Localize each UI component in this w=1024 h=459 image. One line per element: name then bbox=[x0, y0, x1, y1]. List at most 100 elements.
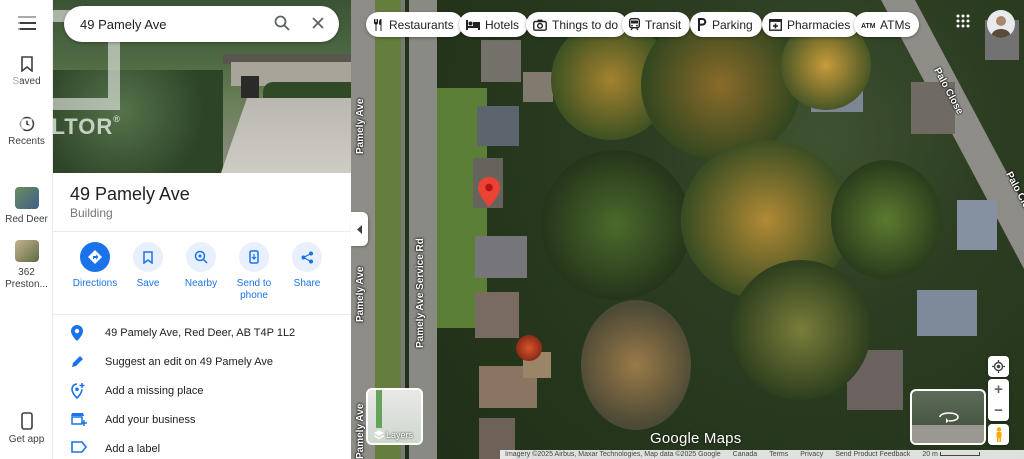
add-location-icon bbox=[71, 383, 85, 399]
action-label: Nearby bbox=[184, 278, 218, 289]
location-marker-icon[interactable] bbox=[478, 177, 500, 207]
collapse-panel-button[interactable] bbox=[351, 212, 368, 246]
feedback-link[interactable]: Send Product Feedback bbox=[835, 451, 910, 458]
tree-canopy-red bbox=[516, 335, 542, 361]
scale-label: 20 m bbox=[922, 451, 938, 458]
avatar-person-icon bbox=[991, 16, 1011, 38]
train-icon bbox=[629, 18, 640, 31]
chip-things-to-do[interactable]: Things to do bbox=[526, 12, 628, 37]
add-missing-place-text: Add a missing place bbox=[105, 385, 204, 397]
chip-restaurants[interactable]: Restaurants bbox=[366, 12, 463, 37]
close-icon[interactable] bbox=[310, 15, 326, 31]
google-apps-icon[interactable] bbox=[956, 14, 970, 28]
house-roof bbox=[475, 236, 527, 278]
chip-label: Transit bbox=[645, 17, 682, 32]
recent-item-red-deer[interactable]: Red Deer bbox=[0, 187, 53, 225]
zoom-controls: + − bbox=[988, 379, 1009, 421]
photo-garage bbox=[241, 76, 259, 98]
map-footer: Imagery ©2025 Airbus, Maxar Technologies… bbox=[500, 450, 1024, 459]
suggest-edit-row[interactable]: Suggest an edit on 49 Pamely Ave bbox=[53, 348, 351, 377]
pegman-button[interactable] bbox=[988, 424, 1009, 445]
pencil-icon bbox=[72, 356, 83, 367]
layers-label: Layers bbox=[386, 430, 414, 440]
directions-icon bbox=[88, 250, 102, 264]
chip-pharmacies[interactable]: Pharmacies bbox=[762, 12, 860, 37]
chip-hotels[interactable]: Hotels bbox=[459, 12, 529, 37]
bookmark-icon bbox=[143, 250, 153, 264]
road-label-service-rd: Pamely Ave Service Rd bbox=[415, 238, 426, 348]
terms-link[interactable]: Terms bbox=[769, 451, 788, 458]
recent-label: Red Deer bbox=[5, 214, 48, 225]
chip-atms[interactable]: ATM ATMs bbox=[854, 12, 920, 37]
get-app-label: Get app bbox=[8, 434, 45, 445]
save-button[interactable]: Save bbox=[120, 242, 176, 290]
get-app-button[interactable]: Get app bbox=[0, 412, 53, 445]
add-label-text: Add a label bbox=[105, 443, 161, 455]
layers-button[interactable]: Layers bbox=[366, 388, 423, 445]
fork-knife-icon bbox=[374, 18, 382, 31]
send-to-phone-icon bbox=[249, 250, 259, 264]
share-icon bbox=[301, 251, 313, 263]
search-input[interactable] bbox=[80, 14, 260, 34]
directions-circle bbox=[80, 242, 110, 272]
zoom-in-button[interactable]: + bbox=[988, 379, 1009, 400]
tree-canopy bbox=[541, 150, 691, 300]
nearby-search-icon bbox=[194, 250, 208, 264]
country-link[interactable]: Canada bbox=[733, 451, 758, 458]
account-avatar[interactable] bbox=[987, 10, 1015, 38]
action-label: Send to phone bbox=[236, 278, 272, 301]
chip-label: Hotels bbox=[485, 17, 520, 32]
directions-button[interactable]: Directions bbox=[67, 242, 123, 290]
chip-label: ATMs bbox=[880, 17, 911, 32]
search-box bbox=[64, 6, 339, 42]
save-circle bbox=[133, 242, 163, 272]
add-label-row[interactable]: Add a label bbox=[53, 435, 351, 459]
label-icon bbox=[71, 441, 87, 453]
share-button[interactable]: Share bbox=[279, 242, 335, 290]
address-row[interactable]: 49 Pamely Ave, Red Deer, AB T4P 1L2 bbox=[53, 319, 351, 348]
atm-icon: ATM bbox=[861, 23, 875, 29]
place-category[interactable]: Building bbox=[70, 206, 113, 220]
pegman-icon bbox=[996, 427, 1001, 442]
tree-canopy bbox=[731, 260, 871, 400]
layers-icon bbox=[374, 430, 384, 440]
divider bbox=[53, 231, 351, 232]
divider bbox=[53, 314, 351, 315]
road-label-pamely-ave: Pamely Ave bbox=[355, 403, 366, 459]
pharmacy-icon bbox=[769, 18, 782, 31]
add-business-icon bbox=[71, 413, 87, 426]
house-roof bbox=[523, 72, 553, 102]
chip-transit[interactable]: Transit bbox=[622, 12, 691, 37]
road-label-pamely-ave: Pamely Ave bbox=[355, 98, 366, 154]
action-label: Directions bbox=[72, 278, 118, 289]
add-business-row[interactable]: Add your business bbox=[53, 406, 351, 435]
action-label: Share bbox=[293, 278, 321, 289]
scale-bar bbox=[939, 452, 980, 456]
privacy-link[interactable]: Privacy bbox=[800, 451, 823, 458]
imagery-attribution: Imagery ©2025 Airbus, Maxar Technologies… bbox=[505, 451, 721, 458]
chip-label: Pharmacies bbox=[787, 17, 851, 32]
my-location-button[interactable] bbox=[988, 356, 1009, 377]
chip-parking[interactable]: Parking bbox=[690, 12, 762, 37]
phone-icon bbox=[20, 412, 33, 430]
place-title: 49 Pamely Ave bbox=[70, 184, 190, 204]
watermark-text: REALTOR® bbox=[2, 114, 121, 139]
send-circle bbox=[239, 242, 269, 272]
house-roof bbox=[477, 106, 519, 146]
road-label-pamely-ave: Pamely Ave bbox=[355, 266, 366, 322]
photo-driveway bbox=[221, 98, 351, 173]
nearby-button[interactable]: Nearby bbox=[173, 242, 229, 290]
add-missing-place-row[interactable]: Add a missing place bbox=[53, 377, 351, 406]
svg-text:ATM: ATM bbox=[861, 23, 875, 29]
scale-indicator[interactable]: 20 m bbox=[922, 451, 980, 458]
address-text: 49 Pamely Ave, Red Deer, AB T4P 1L2 bbox=[105, 327, 296, 339]
recent-item-362-preston[interactable]: 362 Preston... bbox=[0, 240, 53, 291]
action-label: Save bbox=[136, 278, 160, 289]
house-roof bbox=[481, 40, 521, 82]
camera-icon bbox=[533, 19, 547, 31]
street-view-preview[interactable] bbox=[910, 389, 986, 445]
zoom-out-button[interactable]: − bbox=[988, 400, 1009, 421]
street-view-rotate-icon bbox=[939, 412, 959, 423]
search-icon[interactable] bbox=[274, 15, 290, 31]
send-to-phone-button[interactable]: Send to phone bbox=[226, 242, 282, 302]
